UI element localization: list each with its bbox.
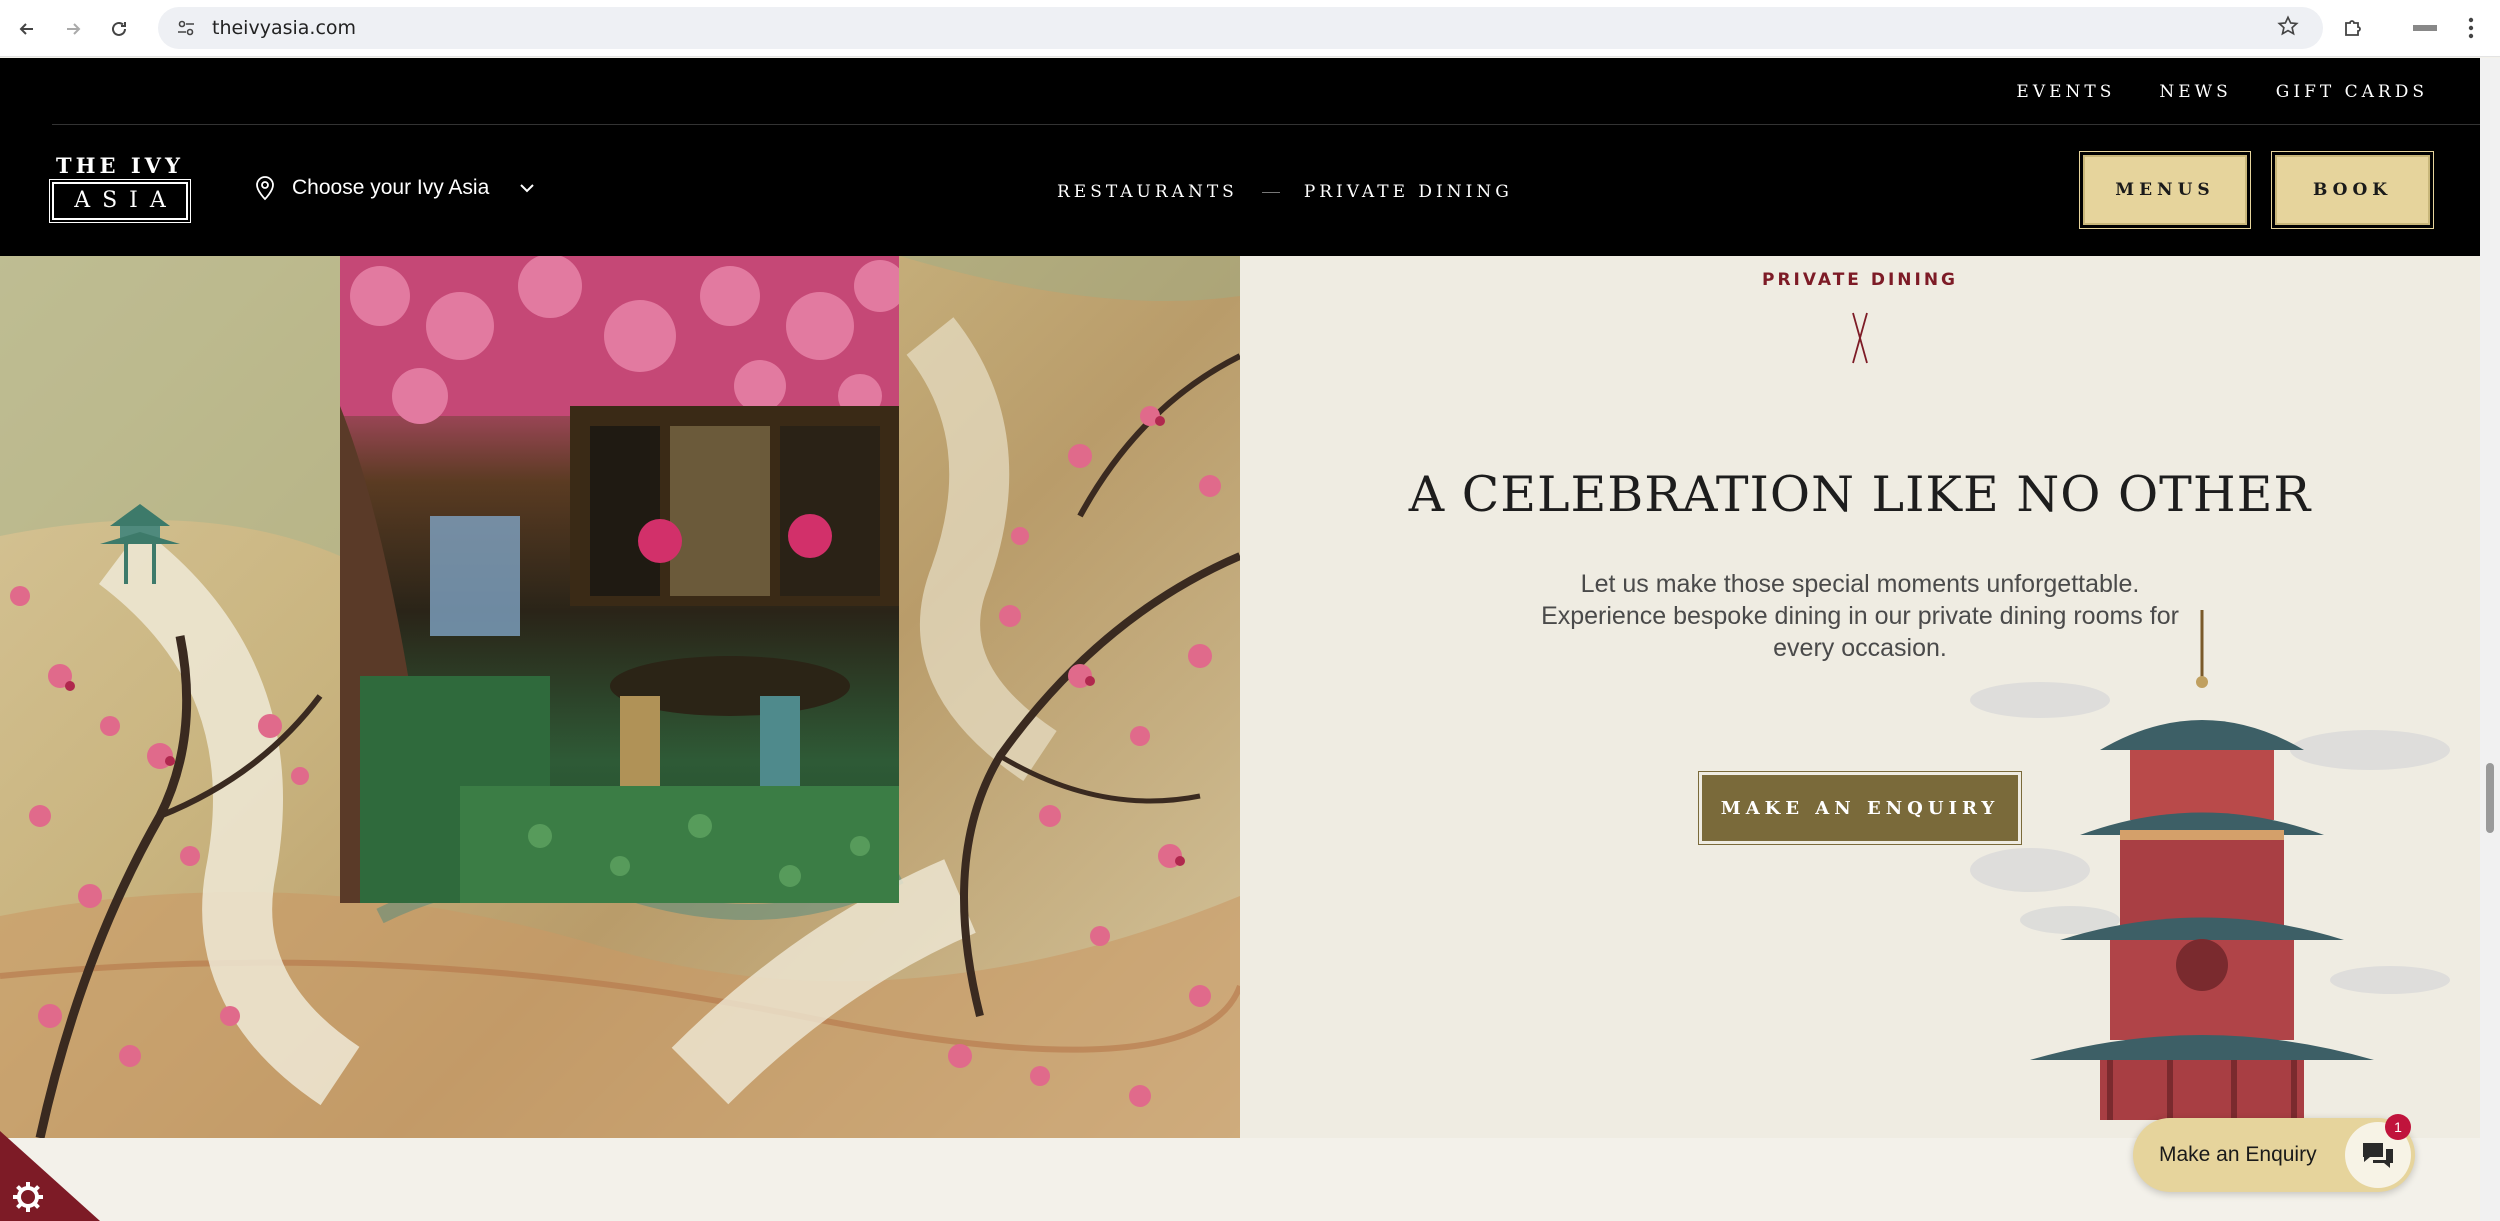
book-button[interactable]: BOOK <box>2271 151 2434 229</box>
chat-label: Make an Enquiry <box>2159 1143 2317 1166</box>
cookie-settings-button[interactable] <box>0 1131 100 1221</box>
nav-restaurants[interactable]: RESTAURANTS <box>1057 182 1238 202</box>
chevron-down-icon <box>520 184 534 193</box>
extensions-button[interactable] <box>2338 13 2368 43</box>
back-button[interactable] <box>12 14 42 44</box>
hero-headline: A CELEBRATION LIKE NO OTHER <box>1408 466 2312 523</box>
arrow-right-icon <box>67 23 81 35</box>
reload-icon <box>112 21 126 36</box>
notification-badge: 1 <box>2385 1114 2411 1140</box>
profile-avatar[interactable] <box>2408 13 2442 43</box>
section-eyebrow: PRIVATE DINING <box>1761 270 1958 290</box>
profile-icon <box>2413 25 2437 31</box>
arrow-left-icon <box>19 23 33 35</box>
nav-separator <box>1261 191 1280 193</box>
star-icon[interactable] <box>2277 15 2299 44</box>
nav-events[interactable]: EVENTS <box>2016 82 2115 102</box>
map-pin-icon <box>256 176 274 201</box>
kebab-icon <box>2468 17 2474 39</box>
nav-news[interactable]: NEWS <box>2159 82 2231 102</box>
next-section <box>0 1138 2480 1221</box>
chat-icon <box>2363 1143 2393 1168</box>
location-selector[interactable]: Choose your Ivy Asia <box>254 175 535 201</box>
menus-button[interactable]: MENUS <box>2079 151 2251 229</box>
dining-room-image <box>340 256 899 903</box>
chat-widget[interactable]: Make an Enquiry 1 <box>2133 1114 2415 1192</box>
site-header: EVENTS NEWS GIFT CARDS THE IVY ASIA Choo… <box>0 58 2480 256</box>
page-scrollbar[interactable] <box>2480 58 2500 1221</box>
utility-nav: EVENTS NEWS GIFT CARDS <box>2016 82 2428 102</box>
reload-button[interactable] <box>104 14 134 44</box>
browser-toolbar: theivyasia.com <box>0 0 2500 57</box>
address-bar[interactable]: theivyasia.com <box>158 7 2323 49</box>
header-divider <box>52 124 2480 125</box>
chat-bubble-button[interactable]: 1 <box>2345 1114 2411 1188</box>
nav-gift-cards[interactable]: GIFT CARDS <box>2276 82 2428 102</box>
scrollbar-thumb[interactable] <box>2486 763 2494 833</box>
browser-menu-button[interactable] <box>2456 13 2486 43</box>
location-label: Choose your Ivy Asia <box>292 176 490 199</box>
site-logo[interactable]: THE IVY ASIA <box>49 153 191 224</box>
chopsticks-icon <box>1852 312 1868 364</box>
logo-bottom-text: ASIA <box>49 179 191 223</box>
pagoda-illustration <box>1970 610 2450 1120</box>
nav-private-dining[interactable]: PRIVATE DINING <box>1304 182 1513 202</box>
hero-illustration <box>0 256 1240 1138</box>
puzzle-icon <box>2345 20 2361 36</box>
url-text[interactable]: theivyasia.com <box>212 17 356 39</box>
site-info-icon[interactable] <box>172 14 200 42</box>
forward-button[interactable] <box>58 14 88 44</box>
logo-top-text: THE IVY <box>56 153 184 178</box>
private-dining-photo <box>340 256 899 903</box>
primary-nav: RESTAURANTS PRIVATE DINING <box>1057 182 1513 202</box>
